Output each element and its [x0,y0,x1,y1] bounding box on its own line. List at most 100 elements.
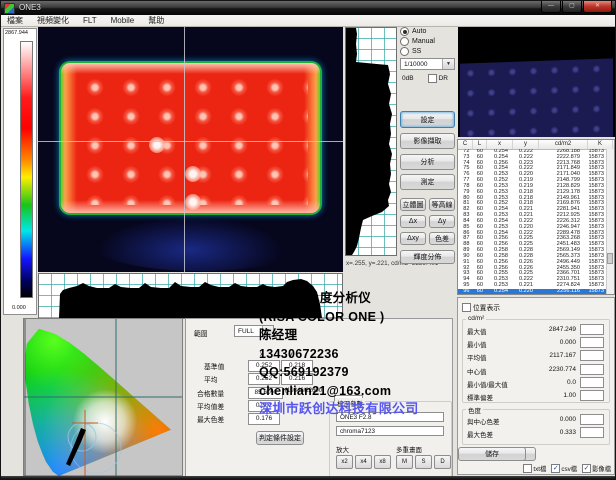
pass-percent-field: 85.60% [248,387,283,399]
delta-xy-button[interactable]: Δxy [400,232,426,245]
menu-item-2[interactable]: FLT [81,15,99,26]
crosshair-vertical[interactable] [184,27,185,272]
position-display-checkbox[interactable] [462,303,471,312]
stat-input-box[interactable] [580,337,604,348]
profile-field[interactable]: chroma7123 [336,426,444,436]
measurement-table[interactable]: CLxycd/m2K 72600.2540.2222268.1881587373… [457,139,615,295]
analyze-button[interactable]: 分析 [400,154,455,170]
stat-input-box[interactable] [580,364,604,375]
capture-button[interactable]: 影像擷取 [400,133,455,149]
calibration-group: 校正參數 ONE3 F2.8 chroma7123 放大 多重畫面 x2x4x8… [329,401,452,477]
stat-input-box[interactable] [580,390,604,401]
luminance-heatmap[interactable] [38,27,343,272]
lens-field[interactable]: ONE3 F2.8 [336,412,444,422]
radio-auto[interactable] [400,27,409,36]
shutter-select[interactable]: 1/10000 ▼ [400,58,455,70]
multi-D-button[interactable]: D [434,455,451,469]
zoom-label: 放大 [336,444,349,454]
chroma-rows: 與中心色差0.000最大色差0.333 [462,414,610,440]
radio-row-auto[interactable]: Auto [400,27,456,36]
table-cell: 96 [458,289,472,294]
radio-manual[interactable] [400,37,409,46]
set-button[interactable]: 設定 [400,111,455,128]
menu-item-3[interactable]: Mobile [109,15,137,26]
reference-y-field[interactable]: 0.218 [281,360,313,372]
stat-input-box[interactable] [580,427,604,438]
table-cell: 2256.116 [536,289,583,294]
column-y-label: y [289,351,292,358]
minimize-button[interactable]: — [541,1,561,13]
vertical-profile-curve [346,28,396,255]
radio-label: Manual [412,38,435,45]
chevron-down-icon[interactable]: ▼ [262,326,273,336]
luminance-dist-button[interactable]: 輝度分佈 [400,250,455,264]
stat-row-0: 最大值2847.249 [462,324,610,337]
checkbox-影像檔[interactable]: ✓ [582,464,591,473]
zoom-x2-button[interactable]: x2 [336,455,353,469]
chroma-row-0: 與中心色差0.000 [462,414,610,427]
stat-input-box[interactable] [580,377,604,388]
save-button[interactable]: 儲存 [458,447,526,461]
chevron-down-icon[interactable]: ▼ [442,59,454,69]
radio-row-manual[interactable]: Manual [400,37,456,46]
crosshair-horizontal[interactable] [38,141,343,142]
radio-label: Auto [412,28,426,35]
reference-x-field[interactable]: 0.252 [248,360,280,372]
zoom-x8-button[interactable]: x8 [374,455,391,469]
measure-button[interactable]: 測定 [400,174,455,190]
cie-chromaticity-diagram[interactable] [23,318,183,478]
avg-diff-field: 0.002 [248,400,280,412]
stat-label: 最小值 [467,339,487,349]
menu-item-4[interactable]: 幫助 [146,14,166,27]
file-check-csv檔[interactable]: ✓csv檔 [551,464,577,473]
contour-button[interactable]: 等高線 [429,198,455,211]
average-x-field[interactable]: 0.252 [248,373,280,385]
file-check-txt檔[interactable]: txt檔 [523,464,546,473]
table-row[interactable]: 96600.2540.2202256.11615873 [458,289,607,294]
stat-value: 2847.249 [549,326,576,333]
stat-label: 中心值 [467,366,487,376]
radio-row-ss[interactable]: SS [400,47,456,56]
table-col-header-L[interactable]: L [473,140,487,149]
app-window: ONE3 — ▢ ✕ 檔案視頻變化FLTMobile幫助 2867.944 0.… [0,0,616,480]
table-col-header-y[interactable]: y [513,140,539,149]
multi-S-button[interactable]: S [415,455,432,469]
stat-label: 與中心色差 [467,416,500,426]
table-body[interactable]: 72600.2540.2222268.1881587373600.2540.22… [458,149,607,294]
judge-condition-button[interactable]: 判定條件設定 [256,431,304,445]
maximize-button[interactable]: ▢ [562,1,582,13]
scrollbar-thumb[interactable] [607,253,613,264]
table-col-header-K[interactable]: K [588,140,613,149]
radio-ss[interactable] [400,47,409,56]
table-col-header-cd/m2[interactable]: cd/m2 [539,140,588,149]
delta-x-button[interactable]: Δx [400,215,426,228]
checkbox-csv檔[interactable]: ✓ [551,464,560,473]
table-scrollbar[interactable] [606,149,614,294]
title-bar[interactable]: ONE3 — ▢ ✕ [1,1,615,15]
color-diff-button[interactable]: 色差 [429,232,455,245]
multi-M-button[interactable]: M [396,455,413,469]
stat-input-box[interactable] [580,350,604,361]
column-x-label: x [260,351,263,358]
delta-y-button[interactable]: Δy [429,215,455,228]
stat-row-3: 中心值2230.774 [462,364,610,377]
table-col-header-C[interactable]: C [458,140,473,149]
max-diff-field: 0.176 [248,413,280,425]
average-y-field[interactable]: 0.216 [281,373,313,385]
zoom-x4-button[interactable]: x4 [355,455,372,469]
menu-item-1[interactable]: 視頻變化 [35,14,71,27]
menu-item-0[interactable]: 檔案 [5,14,25,27]
stat-input-box[interactable] [580,324,604,335]
color-scale-gradient [20,41,33,298]
close-button[interactable]: ✕ [583,1,612,13]
stat-value: 0.0 [567,379,576,386]
file-check-影像檔[interactable]: ✓影像檔 [582,464,611,473]
dr-checkbox[interactable] [428,74,437,83]
vertical-profile-plot [345,27,397,256]
solid-view-button[interactable]: 立體圖 [400,198,426,211]
stat-row-5: 標準偏差1.00 [462,390,610,403]
table-col-header-x[interactable]: x [487,140,513,149]
range-select[interactable]: FULL ▼ [234,325,274,337]
checkbox-txt檔[interactable] [523,464,532,473]
stat-input-box[interactable] [580,414,604,425]
